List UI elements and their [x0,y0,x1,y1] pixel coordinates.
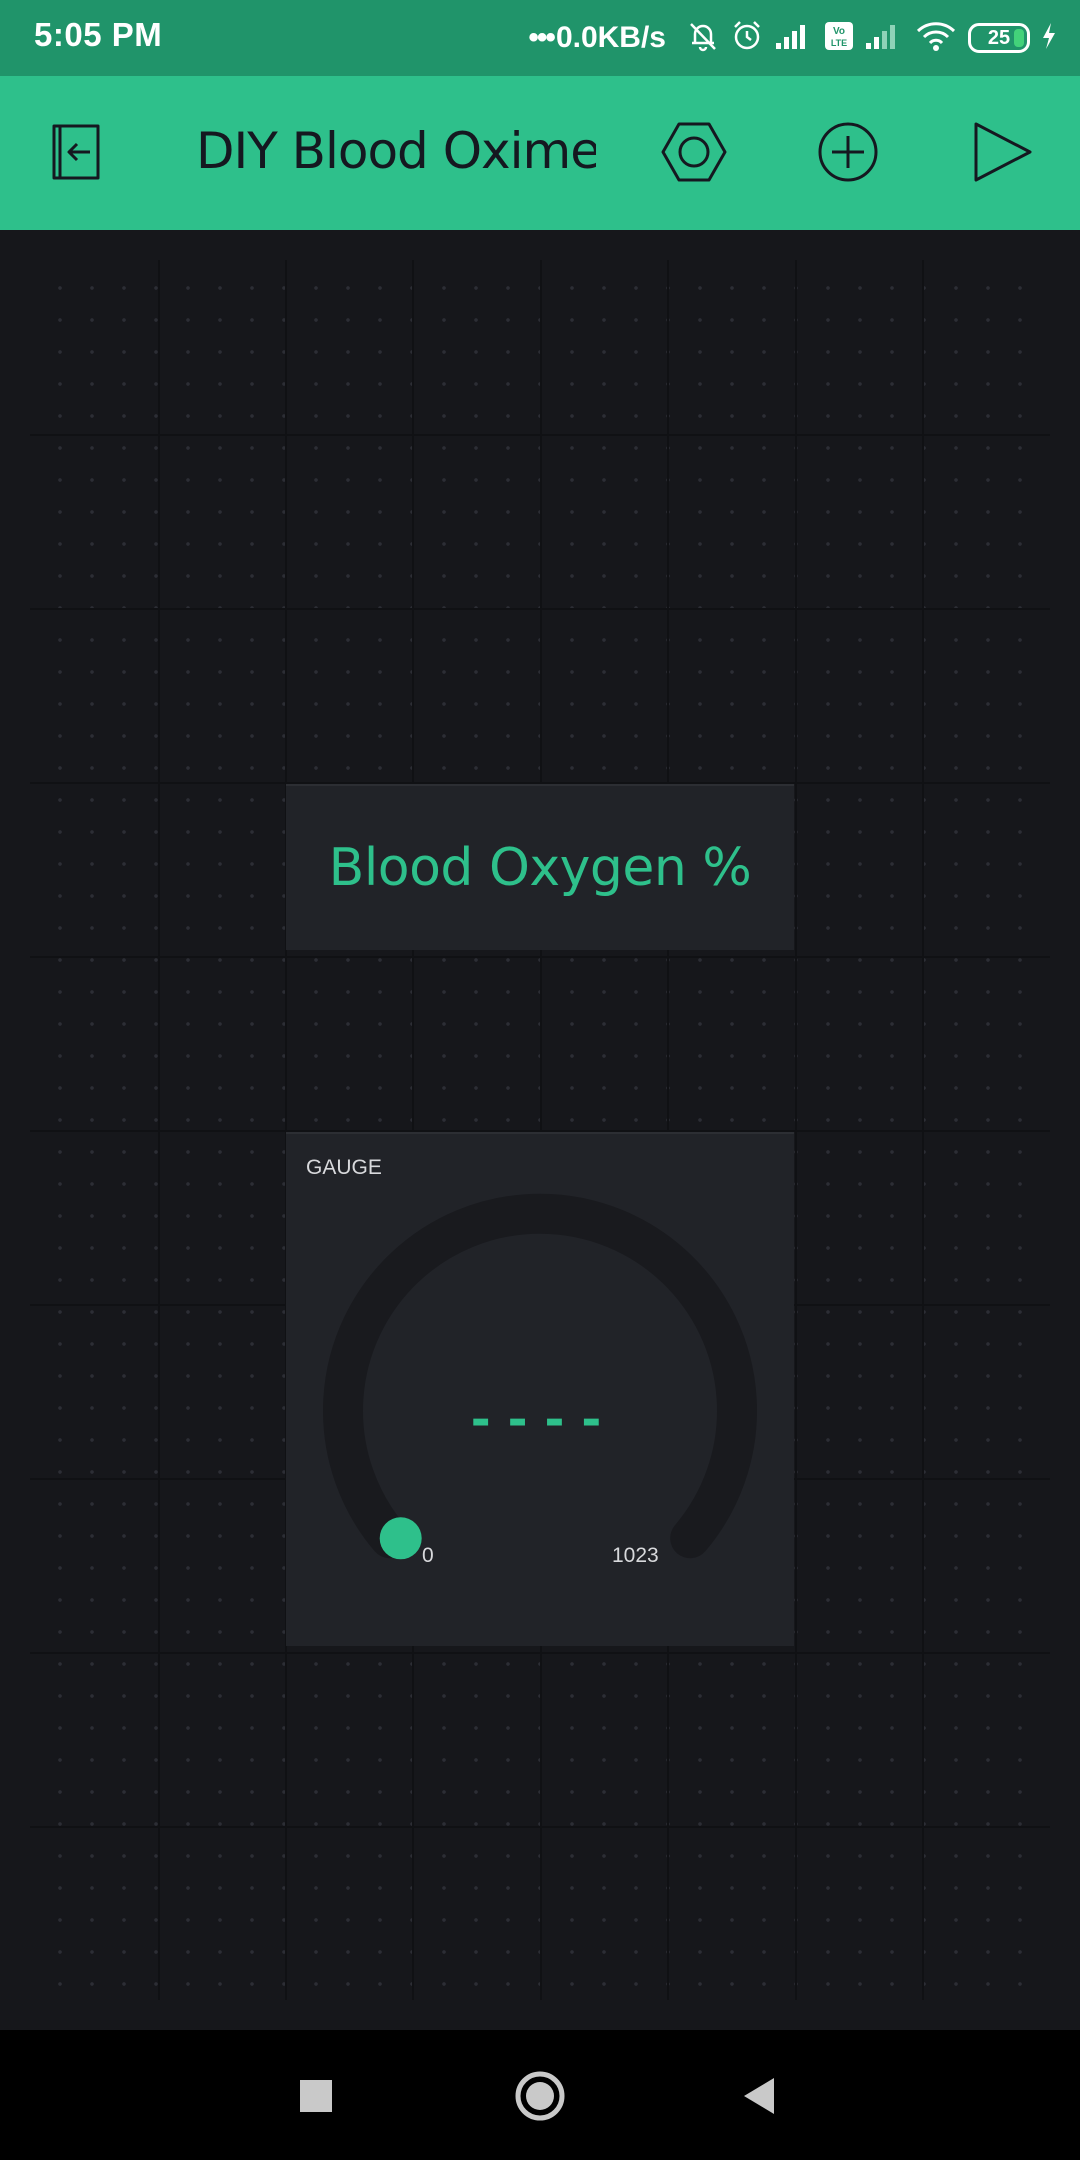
gauge-max-label: 1023 [612,1544,659,1567]
gauge-indicator [379,1517,422,1560]
muted-bell-icon [686,19,720,57]
project-title: DIY Blood Oximete [196,122,596,180]
gauge-value: ---- [466,1392,614,1448]
grid-line [30,1652,1050,1654]
gauge-widget[interactable]: GAUGE ---- 0 1023 [286,1132,794,1646]
alarm-icon [730,19,764,57]
recent-apps-icon[interactable] [276,2056,356,2136]
grid-line [30,1826,1050,1828]
play-icon[interactable] [966,116,1038,188]
battery-icon: 25 [968,23,1030,53]
gauge-min-label: 0 [422,1544,434,1567]
gauge-dial [323,1193,757,1560]
wifi-icon [914,20,958,56]
gauge-track [323,1193,757,1559]
app-toolbar: DIY Blood Oximete [0,76,1080,230]
network-speed: 0.0KB/s [555,21,666,54]
grid-line [30,608,1050,610]
charging-icon [1040,21,1058,55]
grid-line [30,434,1050,436]
settings-hexagon-icon[interactable] [658,116,730,188]
status-dots: ••• [528,21,555,54]
label-widget[interactable]: Blood Oxygen % [286,784,794,950]
label-widget-text: Blood Oxygen % [328,838,752,898]
svg-text:LTE: LTE [831,38,847,48]
signal-icon [774,21,814,55]
add-icon[interactable] [812,116,884,188]
status-bar: 5:05 PM ••• 0.0KB/s Vo LTE 25 [0,0,1080,76]
home-icon[interactable] [500,2056,580,2136]
signal-icon [864,21,904,55]
svg-text:Vo: Vo [833,26,845,37]
status-time: 5:05 PM [34,16,163,53]
grid-line [30,956,1050,958]
volte-icon: Vo LTE [824,21,854,55]
status-icons: ••• 0.0KB/s Vo LTE 25 [528,16,1058,60]
navigation-bar [0,2030,1080,2160]
back-icon[interactable] [720,2056,800,2136]
exit-icon[interactable] [40,116,112,188]
